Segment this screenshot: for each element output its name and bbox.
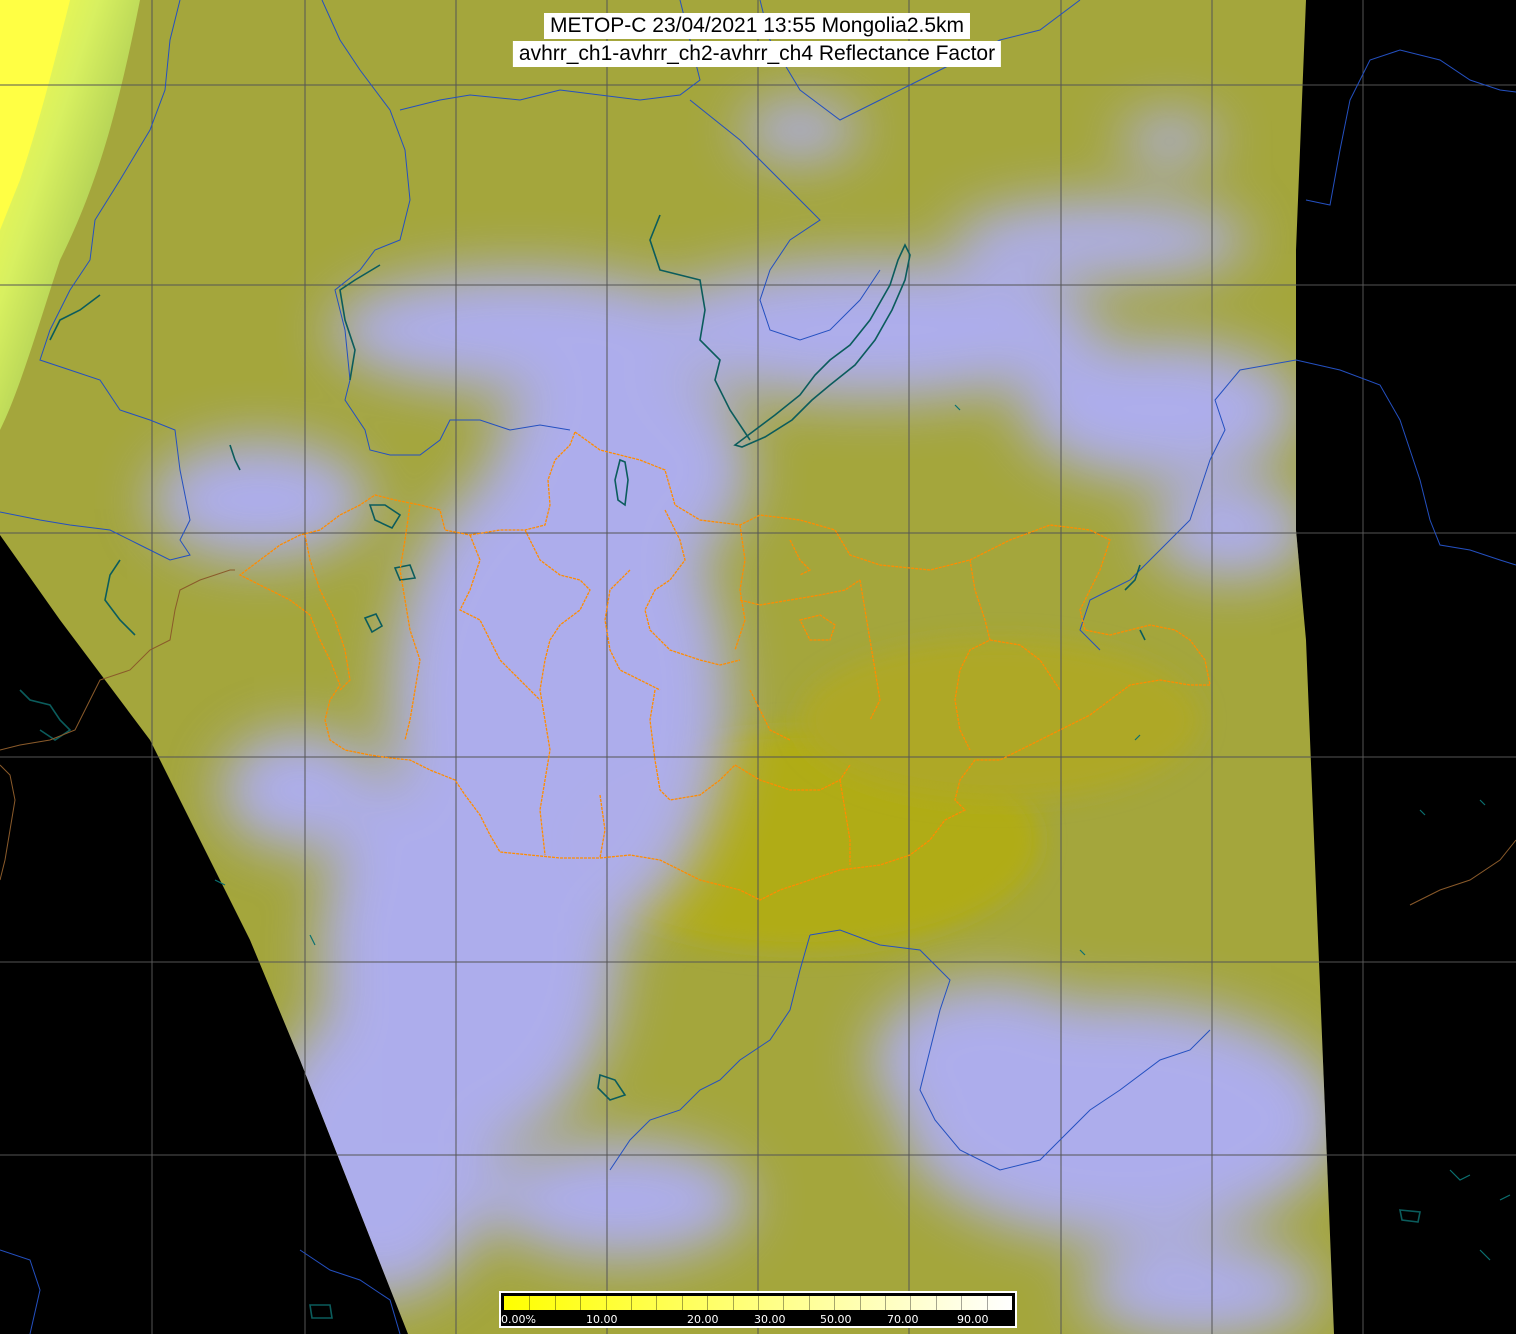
colorbar-label: 0.00% — [501, 1313, 536, 1326]
colorbar-tick — [935, 1296, 937, 1310]
colorbar-tick — [859, 1296, 861, 1310]
colorbar-label: 90.00 — [957, 1313, 989, 1326]
colorbar-tick — [681, 1296, 683, 1310]
colorbar-label: 20.00 — [687, 1313, 719, 1326]
colorbar-tick — [732, 1296, 734, 1310]
colorbar-tick — [986, 1296, 988, 1310]
colorbar-tick — [910, 1296, 912, 1310]
colorbar-tick — [961, 1296, 963, 1310]
colorbar-legend: 0.00% 10.00 20.00 30.00 50.00 70.00 90.0… — [499, 1291, 1017, 1328]
colorbar-tick — [808, 1296, 810, 1310]
colorbar-tick — [631, 1296, 632, 1310]
colorbar-tick — [656, 1296, 658, 1310]
colorbar-gradient — [504, 1296, 1012, 1310]
colorbar-label: 10.00 — [586, 1313, 618, 1326]
colorbar-label: 30.00 — [754, 1313, 786, 1326]
colorbar-tick — [758, 1296, 759, 1310]
colorbar-tick — [554, 1296, 556, 1310]
colorbar-label: 70.00 — [887, 1313, 919, 1326]
colorbar-tick — [529, 1296, 531, 1310]
colorbar-tick — [885, 1296, 886, 1310]
colorbar-label: 50.00 — [820, 1313, 852, 1326]
colorbar-tick — [834, 1296, 836, 1310]
map-title-line-1: METOP-C 23/04/2021 13:55 Mongolia2.5km — [543, 13, 971, 39]
map-title-line-2: avhrr_ch1-avhrr_ch2-avhrr_ch4 Reflectanc… — [512, 41, 1002, 67]
colorbar-tick — [783, 1296, 785, 1310]
satellite-map — [0, 0, 1516, 1334]
colorbar-tick — [707, 1296, 709, 1310]
colorbar-tick — [605, 1296, 607, 1310]
colorbar-tick — [580, 1296, 582, 1310]
